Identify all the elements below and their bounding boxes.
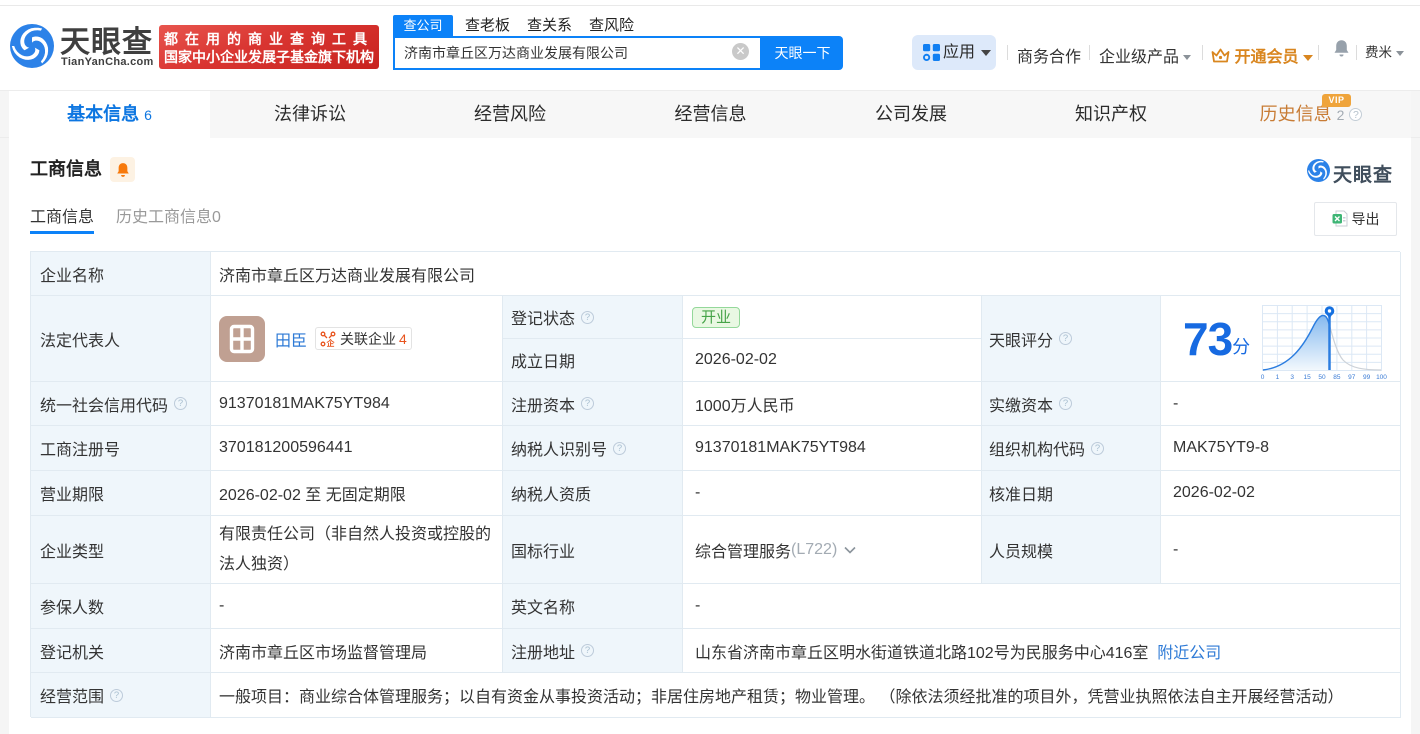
svg-text:0: 0 [1261,374,1265,381]
svg-text:15: 15 [1303,374,1311,381]
svg-text:企: 企 [326,338,336,347]
svg-text:50: 50 [1318,374,1326,381]
svg-text:1: 1 [1276,374,1280,381]
svg-text:85: 85 [1333,374,1341,381]
svg-text:99: 99 [1363,374,1371,381]
svg-text:97: 97 [1348,374,1356,381]
svg-text:100: 100 [1376,374,1387,381]
svg-text:3: 3 [1290,374,1294,381]
